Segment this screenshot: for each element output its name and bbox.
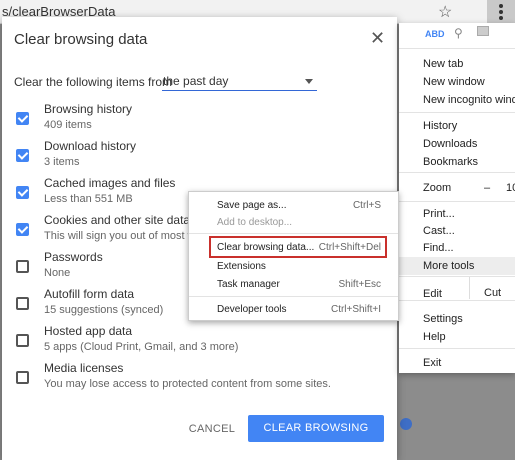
checkbox[interactable] xyxy=(16,186,29,199)
menu-item-more-tools[interactable]: More tools xyxy=(423,260,474,272)
bookmark-star-icon[interactable]: ☆ xyxy=(438,2,452,22)
option-browsing-history[interactable]: Browsing history 409 items xyxy=(2,102,397,138)
background-dot xyxy=(400,418,412,430)
option-title: Media licenses xyxy=(44,361,124,375)
option-subtitle: You may lose access to protected content… xyxy=(44,378,331,390)
menu-item-bookmarks[interactable]: Bookmarks xyxy=(423,156,478,168)
clear-browsing-data-button[interactable]: CLEAR BROWSING DATA xyxy=(248,415,384,460)
menu-dot-icon xyxy=(499,4,503,8)
menu-divider xyxy=(189,233,398,234)
extension-pin-icon[interactable]: ⚲ xyxy=(454,26,463,40)
menu-item-downloads[interactable]: Downloads xyxy=(423,138,477,150)
menu-divider xyxy=(399,201,515,202)
option-title: Cookies and other site data xyxy=(44,213,191,227)
menu-item-exit[interactable]: Exit xyxy=(423,357,441,369)
submenu-item-developer-tools[interactable]: Developer tools xyxy=(217,304,286,315)
menu-divider xyxy=(399,348,515,349)
option-subtitle: 3 items xyxy=(44,156,80,168)
time-range-value: the past day xyxy=(163,74,229,88)
menu-dot-icon xyxy=(499,10,503,14)
checkbox[interactable] xyxy=(16,149,29,162)
submenu-item-add-to-desktop: Add to desktop... xyxy=(217,217,293,228)
menu-item-history[interactable]: History xyxy=(423,120,457,132)
submenu-item-save-page[interactable]: Save page as... xyxy=(217,200,287,211)
shortcut-label: Ctrl+Shift+I xyxy=(330,304,381,315)
menu-item-settings[interactable]: Settings xyxy=(423,313,463,325)
menu-item-find[interactable]: Find... xyxy=(423,242,454,254)
submenu-item-task-manager[interactable]: Task manager xyxy=(217,279,280,290)
option-subtitle: 5 apps (Cloud Print, Gmail, and 3 more) xyxy=(44,341,239,353)
checkbox[interactable] xyxy=(16,223,29,236)
menu-item-print[interactable]: Print... xyxy=(423,208,455,220)
option-title: Download history xyxy=(44,139,137,153)
menu-divider xyxy=(189,296,398,297)
menu-zoom-label: Zoom xyxy=(423,182,452,194)
highlight-box xyxy=(209,236,387,258)
menu-divider xyxy=(399,172,515,173)
shortcut-label: Ctrl+S xyxy=(352,200,381,211)
checkbox[interactable] xyxy=(16,371,29,384)
menu-item-cut[interactable]: Cut xyxy=(484,287,501,299)
extension-icons-row: ABD ⚲ xyxy=(399,23,515,48)
submenu-item-extensions[interactable]: Extensions xyxy=(217,261,266,272)
checkbox[interactable] xyxy=(16,334,29,347)
menu-divider xyxy=(399,112,515,113)
option-subtitle: None xyxy=(44,267,71,279)
option-media-licenses[interactable]: Media licenses You may lose access to pr… xyxy=(2,361,397,397)
shortcut-label: Shift+Esc xyxy=(338,279,381,290)
option-subtitle: 409 items xyxy=(44,119,92,131)
option-title: Autofill form data xyxy=(44,287,135,301)
option-subtitle: Less than 551 MB xyxy=(44,193,133,205)
option-subtitle: 15 suggestions (synced) xyxy=(44,304,164,316)
time-range-label: Clear the following items from xyxy=(14,75,173,89)
menu-item-help[interactable]: Help xyxy=(423,331,446,343)
option-title: Hosted app data xyxy=(44,324,133,338)
menu-item-new-window[interactable]: New window xyxy=(423,76,485,88)
time-range-select[interactable]: the past day xyxy=(162,71,317,91)
edit-cut-cell[interactable]: Cut xyxy=(469,277,515,299)
dropdown-arrow-icon xyxy=(305,79,313,84)
option-title: Passwords xyxy=(44,250,103,264)
more-tools-submenu: Save page as... Ctrl+S Add to desktop...… xyxy=(188,191,399,321)
extension-image-icon[interactable] xyxy=(477,26,489,36)
extension-abd-icon[interactable]: ABD xyxy=(425,29,445,39)
menu-edit-label: Edit xyxy=(423,288,442,300)
menu-divider xyxy=(399,300,515,301)
menu-item-new-tab[interactable]: New tab xyxy=(423,58,463,70)
cancel-button[interactable]: CANCEL xyxy=(187,417,237,441)
menu-item-new-incognito[interactable]: New incognito window xyxy=(423,94,515,106)
option-title: Browsing history xyxy=(44,102,133,116)
option-hosted-app-data[interactable]: Hosted app data 5 apps (Cloud Print, Gma… xyxy=(2,324,397,360)
zoom-out-button[interactable]: – xyxy=(484,182,490,194)
chrome-menu-button[interactable] xyxy=(487,0,515,24)
close-icon[interactable]: ✕ xyxy=(370,28,385,49)
checkbox[interactable] xyxy=(16,112,29,125)
zoom-value: 10 xyxy=(506,182,515,194)
option-download-history[interactable]: Download history 3 items xyxy=(2,139,397,175)
menu-divider xyxy=(399,48,515,49)
menu-item-cast[interactable]: Cast... xyxy=(423,225,455,237)
chrome-main-menu: ABD ⚲ New tab New window New incognito w… xyxy=(399,23,515,373)
option-title: Cached images and files xyxy=(44,176,176,190)
option-subtitle: This will sign you out of most we xyxy=(44,230,202,242)
dialog-title: Clear browsing data xyxy=(14,31,148,48)
menu-dot-icon xyxy=(499,16,503,20)
checkbox[interactable] xyxy=(16,297,29,310)
checkbox[interactable] xyxy=(16,260,29,273)
